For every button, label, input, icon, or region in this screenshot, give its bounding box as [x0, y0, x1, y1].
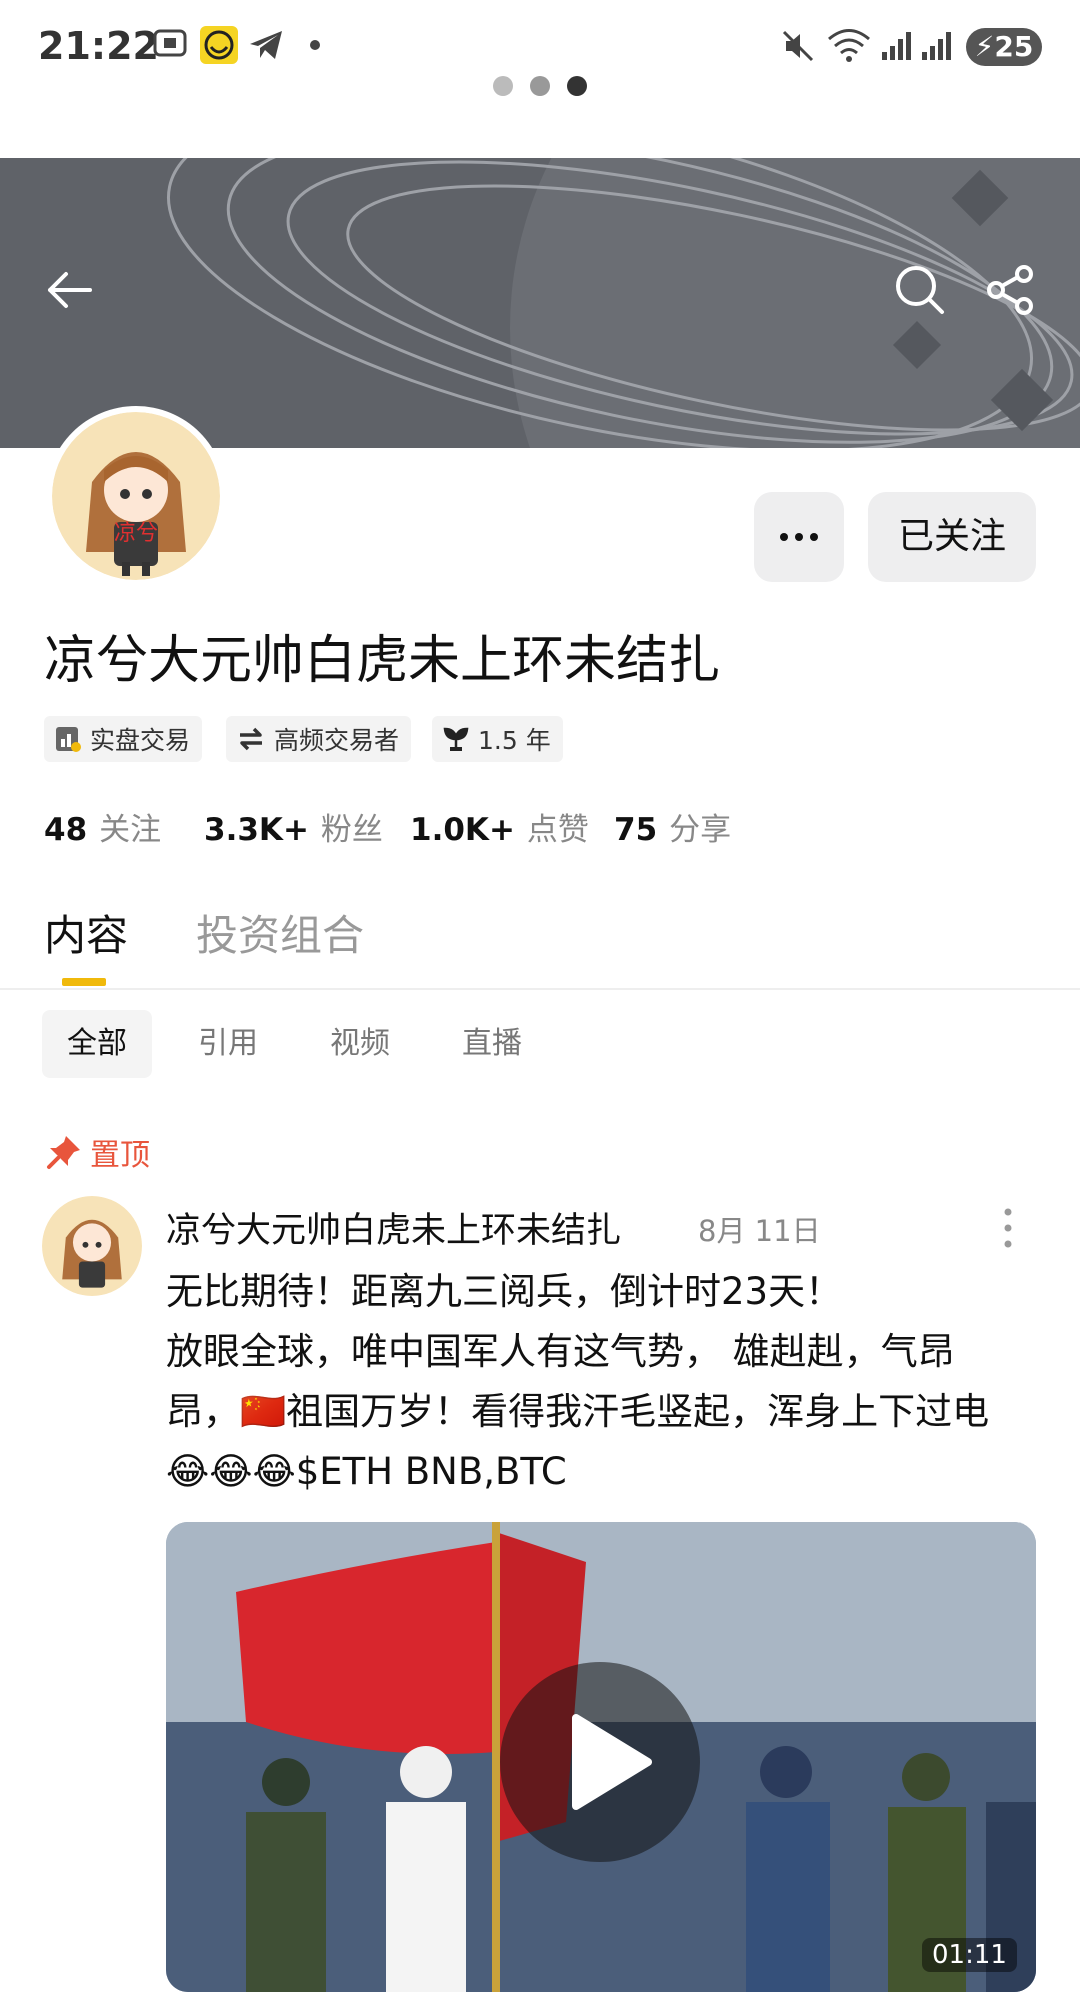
sprout-icon [443, 727, 469, 751]
video-duration: 01:11 [922, 1938, 1017, 1972]
page-dot-2 [530, 76, 550, 96]
post-text-paragraph: 放眼全球，唯中国军人有这气势， 雄赳赳，气昂昂，🇨🇳祖国万岁！看得我汗毛竖起，浑… [166, 1330, 990, 1493]
stat-likes: 1.0K+ 点赞 [410, 804, 589, 849]
swap-icon [240, 727, 262, 751]
vertical-dots-icon [1004, 1208, 1012, 1248]
stat-label: 粉丝 [320, 812, 383, 848]
notification-dot-icon [310, 40, 320, 50]
subtab-live[interactable]: 直播 [444, 1010, 540, 1078]
profile-banner [0, 158, 1080, 448]
tag-label: 高频交易者 [274, 726, 400, 755]
subtab-all[interactable]: 全部 [42, 1010, 152, 1078]
avatar-watermark: 凉兮 [114, 521, 158, 546]
emoji-app-icon [200, 26, 238, 68]
mute-icon [780, 28, 816, 68]
stat-value: 1.0K+ [410, 812, 515, 848]
profile-username: 凉兮大元帅白虎未上环未结扎 [44, 631, 721, 691]
anime-avatar-image: 凉兮 [52, 412, 220, 580]
post-date: 8月 11日 [698, 1214, 821, 1248]
chart-badge-icon [56, 727, 81, 752]
subtab-videos[interactable]: 视频 [312, 1010, 408, 1078]
status-time: 21:22 [38, 24, 159, 68]
stat-followers[interactable]: 3.3K+ 粉丝 [204, 804, 383, 849]
post-body[interactable]: 无比期待！距离九三阅兵，倒计时23天！ 放眼全球，唯中国军人有这气势， 雄赳赳，… [166, 1262, 1026, 1502]
tab-content[interactable]: 内容 [44, 902, 128, 963]
page-dot-3 [567, 76, 587, 96]
pin-icon [47, 1136, 80, 1169]
anime-avatar-image [42, 1196, 142, 1296]
active-tab-indicator [62, 978, 106, 986]
telegram-icon [248, 28, 284, 66]
tag-label: 实盘交易 [90, 726, 191, 755]
search-icon [896, 266, 944, 314]
subtab-quotes[interactable]: 引用 [180, 1010, 276, 1078]
stat-value: 3.3K+ [204, 812, 309, 848]
follow-button[interactable]: 已关注 [868, 492, 1036, 582]
post-menu-button[interactable] [996, 1206, 1020, 1250]
stat-value: 48 [44, 812, 88, 848]
tag-live-trading: 实盘交易 [44, 716, 203, 762]
post-author-avatar[interactable] [42, 1196, 142, 1296]
more-dots-icon [780, 533, 818, 541]
stat-label: 关注 [99, 812, 162, 848]
arrow-left-icon [48, 272, 92, 308]
post-text-line: 无比期待！距离九三阅兵，倒计时23天！ [166, 1270, 843, 1313]
share-icon [987, 265, 1033, 315]
status-bar: 21:22 ⚡25 [0, 0, 1080, 100]
wifi-icon [826, 26, 872, 68]
more-options-button[interactable] [754, 492, 844, 582]
screenshot-icon [152, 26, 188, 69]
signal-icon [880, 30, 914, 66]
tag-years: 1.5 年 [432, 716, 563, 762]
battery-indicator: ⚡25 [966, 28, 1042, 66]
stat-following[interactable]: 48 关注 [44, 804, 161, 849]
tag-label: 1.5 年 [478, 726, 551, 755]
play-icon [572, 1714, 652, 1810]
profile-avatar[interactable]: 凉兮 [52, 412, 220, 580]
post-author-name[interactable]: 凉兮大元帅白虎未上环未结扎 [166, 1202, 621, 1253]
stat-shares: 75 分享 [614, 804, 731, 849]
tab-divider [0, 988, 1080, 990]
tab-portfolio[interactable]: 投资组合 [196, 902, 364, 963]
pinned-label: 置顶 [46, 1130, 150, 1174]
battery-level: 25 [994, 30, 1034, 63]
stat-label: 点赞 [526, 812, 589, 848]
page-dot-1 [493, 76, 513, 96]
stat-value: 75 [614, 812, 658, 848]
pinned-text: 置顶 [90, 1138, 150, 1173]
signal-2-icon [920, 30, 956, 66]
tag-high-frequency: 高频交易者 [226, 716, 412, 762]
play-button[interactable] [500, 1662, 700, 1862]
stat-label: 分享 [669, 812, 732, 848]
